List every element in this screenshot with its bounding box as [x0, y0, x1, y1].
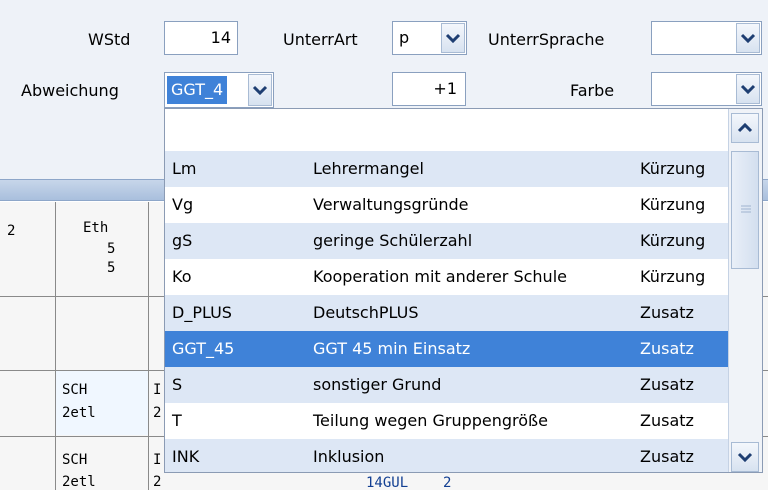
abweichung-offset-value: +1 — [433, 79, 457, 98]
option-name: sonstiger Grund — [313, 375, 442, 394]
abweichung-value: GGT_4 — [167, 76, 228, 104]
option-type: Kürzung — [640, 195, 706, 214]
grid-cell: SCH — [62, 382, 88, 398]
option-type: Zusatz — [640, 375, 694, 394]
option-type: Zusatz — [640, 447, 694, 466]
wstd-value: 14 — [210, 28, 231, 47]
dropdown-option[interactable]: GGT_45 GGT 45 min Einsatz Zusatz — [165, 331, 728, 367]
farbe-label: Farbe — [570, 81, 615, 100]
option-name: Lehrermangel — [313, 159, 424, 178]
dropdown-scrollbar[interactable] — [728, 109, 762, 472]
option-code: Lm — [172, 159, 197, 178]
grid-cell: 2 — [443, 475, 452, 491]
unterrsprache-label: UnterrSprache — [488, 30, 605, 49]
grid-cell-bg — [56, 371, 148, 435]
grid-cell: 2 — [153, 405, 162, 421]
option-code: gS — [172, 231, 193, 250]
abweichung-label: Abweichung — [21, 81, 119, 100]
abweichung-offset-field[interactable]: +1 — [392, 72, 466, 106]
option-type: Kürzung — [640, 159, 706, 178]
dropdown-option[interactable]: T Teilung wegen Gruppengröße Zusatz — [165, 403, 728, 439]
scrollbar-thumb[interactable] — [731, 151, 759, 269]
wstd-field[interactable]: 14 — [164, 21, 238, 55]
option-code: Vg — [172, 195, 194, 214]
unterrart-value: p — [399, 28, 410, 47]
option-type: Kürzung — [640, 231, 706, 250]
grid-cell: 2etl — [62, 474, 96, 490]
grip-icon — [741, 205, 751, 213]
grid-cell: 2etl — [62, 405, 96, 421]
option-type: Zusatz — [640, 303, 694, 322]
grid-header-cell: Eth — [83, 220, 109, 236]
chevron-down-icon[interactable] — [736, 23, 760, 53]
dropdown-option[interactable]: Ko Kooperation mit anderer Schule Kürzung — [165, 259, 728, 295]
dropdown-option[interactable]: Vg Verwaltungsgründe Kürzung — [165, 187, 728, 223]
option-type: Zusatz — [640, 339, 694, 358]
wstd-label: WStd — [88, 30, 131, 49]
grid-cell: 5 — [107, 241, 116, 257]
grid-cell: I — [153, 382, 162, 398]
grid-cell: 5 — [107, 260, 116, 276]
option-code: GGT_45 — [172, 339, 235, 358]
grid-cell: 14GUL — [366, 475, 409, 491]
chevron-down-icon[interactable] — [248, 74, 272, 106]
grid-cell: 2 — [153, 474, 162, 490]
option-code: D_PLUS — [172, 303, 232, 322]
option-code: T — [172, 411, 182, 430]
option-name: geringe Schülerzahl — [313, 231, 473, 250]
option-code: S — [172, 375, 183, 394]
option-name: GGT 45 min Einsatz — [313, 339, 471, 358]
grid-line — [55, 202, 56, 490]
grid-cell: I — [153, 452, 162, 468]
option-name: Kooperation mit anderer Schule — [313, 267, 567, 286]
option-code: INK — [172, 447, 200, 466]
dropdown-option[interactable]: INK Inklusion Zusatz — [165, 439, 728, 472]
abweichung-dropdown-list[interactable]: Lm Lehrermangel Kürzung Vg Verwaltungsgründe… — [164, 108, 763, 473]
dropdown-option[interactable]: gS geringe Schülerzahl Kürzung — [165, 223, 728, 259]
grid-cell: SCH — [62, 452, 88, 468]
option-name: Verwaltungsgründe — [313, 195, 469, 214]
option-code: Ko — [172, 267, 192, 286]
chevron-down-icon[interactable] — [736, 74, 760, 104]
unterrsprache-combo[interactable] — [651, 21, 762, 55]
unterrart-combo[interactable]: p — [392, 21, 467, 55]
option-name: Teilung wegen Gruppengröße — [313, 411, 548, 430]
option-name: DeutschPLUS — [313, 303, 419, 322]
chevron-down-icon[interactable] — [441, 23, 465, 53]
dropdown-option[interactable]: Lm Lehrermangel Kürzung — [165, 151, 728, 187]
chevron-up-icon[interactable] — [731, 113, 759, 143]
abweichung-combo[interactable]: GGT_4 — [164, 72, 274, 108]
option-type: Kürzung — [640, 267, 706, 286]
grid-line — [148, 202, 149, 490]
farbe-combo[interactable] — [651, 72, 762, 106]
dropdown-option[interactable]: D_PLUS DeutschPLUS Zusatz — [165, 295, 728, 331]
grid-header-cell: 2 — [7, 223, 16, 239]
chevron-down-icon[interactable] — [731, 442, 759, 472]
option-name: Inklusion — [313, 447, 385, 466]
option-type: Zusatz — [640, 411, 694, 430]
unterrart-label: UnterrArt — [283, 30, 358, 49]
dropdown-option[interactable]: Ssonstiger Grund Zusatz — [165, 367, 728, 403]
